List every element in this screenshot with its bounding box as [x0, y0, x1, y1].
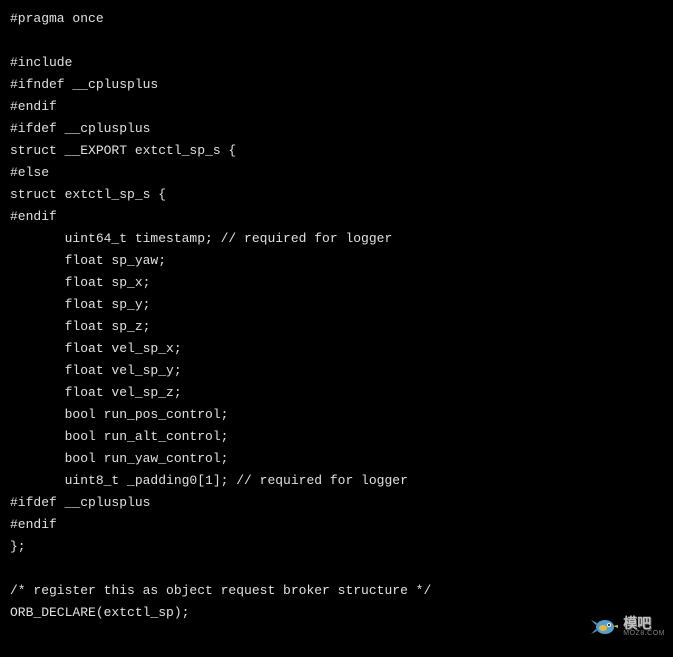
code-line [10, 558, 663, 580]
code-line: float vel_sp_y; [10, 360, 663, 382]
code-line: float sp_y; [10, 294, 663, 316]
code-line: #pragma once [10, 8, 663, 30]
code-line: #endif [10, 514, 663, 536]
code-line: #ifdef __cplusplus [10, 492, 663, 514]
code-line: /* register this as object request broke… [10, 580, 663, 602]
code-line: #ifdef __cplusplus [10, 118, 663, 140]
code-line: float sp_yaw; [10, 250, 663, 272]
code-line: float sp_x; [10, 272, 663, 294]
code-line: bool run_pos_control; [10, 404, 663, 426]
code-line: }; [10, 536, 663, 558]
watermark-text: 模吧 [623, 616, 665, 630]
code-line: float vel_sp_z; [10, 382, 663, 404]
code-line: #else [10, 162, 663, 184]
code-line: uint64_t timestamp; // required for logg… [10, 228, 663, 250]
code-line: uint8_t _padding0[1]; // required for lo… [10, 470, 663, 492]
code-line [10, 30, 663, 52]
code-line: #ifndef __cplusplus [10, 74, 663, 96]
watermark: 模吧 MOZ8.COM [591, 615, 665, 637]
code-line: #endif [10, 206, 663, 228]
code-line: float sp_z; [10, 316, 663, 338]
code-line: bool run_yaw_control; [10, 448, 663, 470]
code-line: bool run_alt_control; [10, 426, 663, 448]
code-line: #include [10, 52, 663, 74]
code-line: struct __EXPORT extctl_sp_s { [10, 140, 663, 162]
code-line: float vel_sp_x; [10, 338, 663, 360]
code-line: struct extctl_sp_s { [10, 184, 663, 206]
bird-icon [591, 615, 619, 637]
code-line: #endif [10, 96, 663, 118]
watermark-url: MOZ8.COM [623, 630, 665, 637]
code-block: #pragma once #include #ifndef __cplusplu… [10, 8, 663, 624]
code-line: ORB_DECLARE(extctl_sp); [10, 602, 663, 624]
